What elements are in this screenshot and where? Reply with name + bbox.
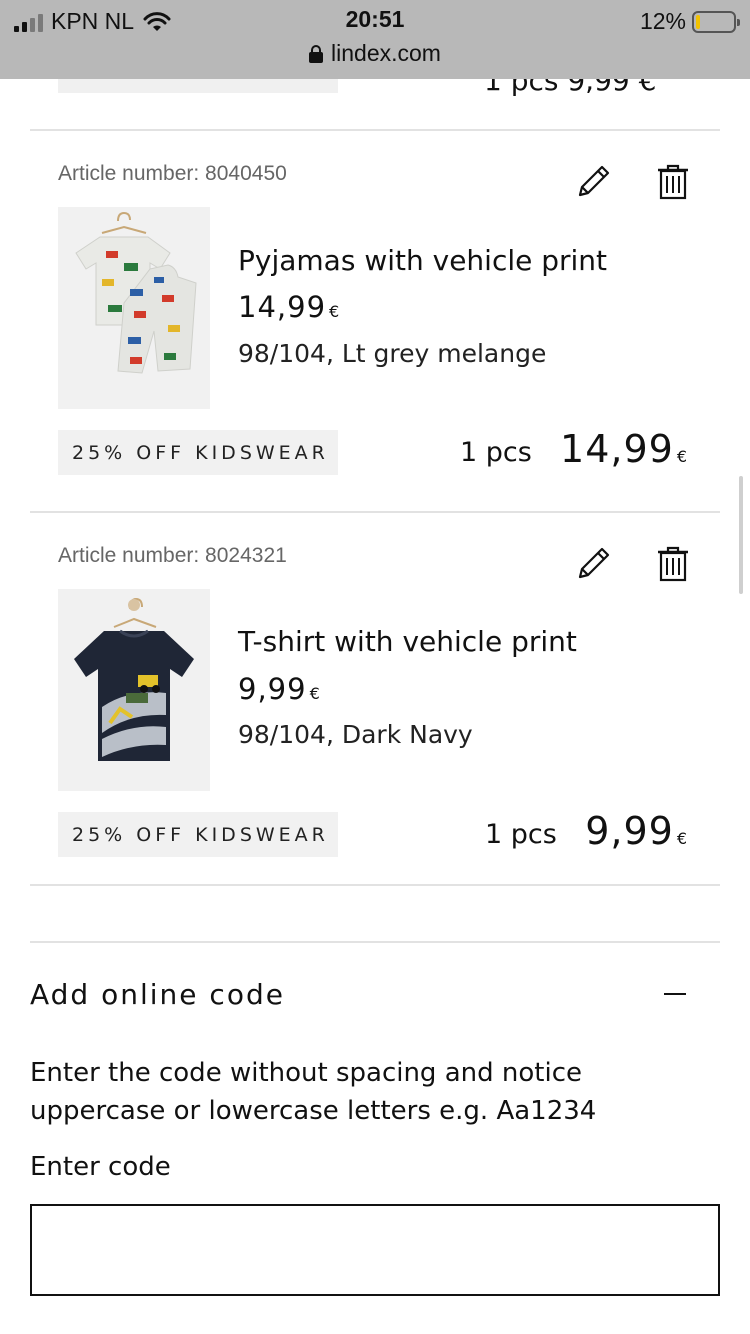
quantity[interactable]: 1 pcs: [460, 437, 532, 468]
currency: €: [676, 829, 688, 848]
price-value: 9,99: [238, 672, 307, 706]
product-variant: 98/104, Dark Navy: [238, 720, 473, 749]
product-image-tshirt[interactable]: [58, 589, 210, 791]
currency: €: [309, 684, 321, 703]
product-variant: 98/104, Lt grey melange: [238, 339, 547, 368]
price-value: 14,99: [238, 290, 327, 324]
edit-icon[interactable]: [574, 161, 614, 201]
battery-percent: 12%: [639, 8, 686, 34]
article-number: Article number: 8040450: [58, 162, 287, 185]
total-value: 14,99: [560, 427, 674, 471]
product-price: 9,99 €: [238, 672, 321, 706]
online-code-help: Enter the code without spacing and notic…: [30, 1058, 597, 1126]
battery-level: [696, 14, 701, 29]
code-input[interactable]: [30, 1204, 720, 1296]
lock-icon: [309, 44, 324, 63]
code-label: Enter code: [30, 1152, 171, 1182]
line-total: 14,99 €: [560, 427, 688, 471]
divider: [30, 941, 720, 943]
currency: €: [676, 447, 688, 466]
status-bar: KPN NL 20:51 12% lindex.com: [0, 0, 750, 79]
divider: [30, 129, 720, 131]
edit-icon[interactable]: [574, 543, 614, 583]
url-text: lindex.com: [331, 40, 441, 66]
line-total: 9,99 €: [585, 809, 688, 853]
battery-icon: [692, 10, 740, 33]
article-number: Article number: 8024321: [58, 544, 287, 567]
scrollbar[interactable]: [739, 476, 743, 594]
product-name[interactable]: T-shirt with vehicle print: [238, 625, 577, 658]
quantity[interactable]: 1 pcs: [485, 819, 557, 850]
online-code-title[interactable]: Add online code: [30, 978, 285, 1011]
product-price: 14,99 €: [238, 290, 340, 324]
divider: [30, 511, 720, 513]
clock: 20:51: [345, 6, 405, 32]
promo-badge: 25% OFF KIDSWEAR: [58, 812, 338, 857]
address-bar[interactable]: lindex.com: [0, 40, 750, 67]
currency: €: [329, 302, 341, 321]
promo-badge: 25% OFF KIDSWEAR: [58, 430, 338, 475]
divider: [30, 884, 720, 886]
trash-icon[interactable]: [653, 543, 693, 583]
trash-icon[interactable]: [653, 161, 693, 201]
total-value: 9,99: [585, 809, 674, 853]
status-right: 12%: [639, 8, 740, 35]
product-image-pyjamas[interactable]: [58, 207, 210, 409]
collapse-icon[interactable]: [664, 993, 686, 995]
product-name[interactable]: Pyjamas with vehicle print: [238, 244, 607, 277]
